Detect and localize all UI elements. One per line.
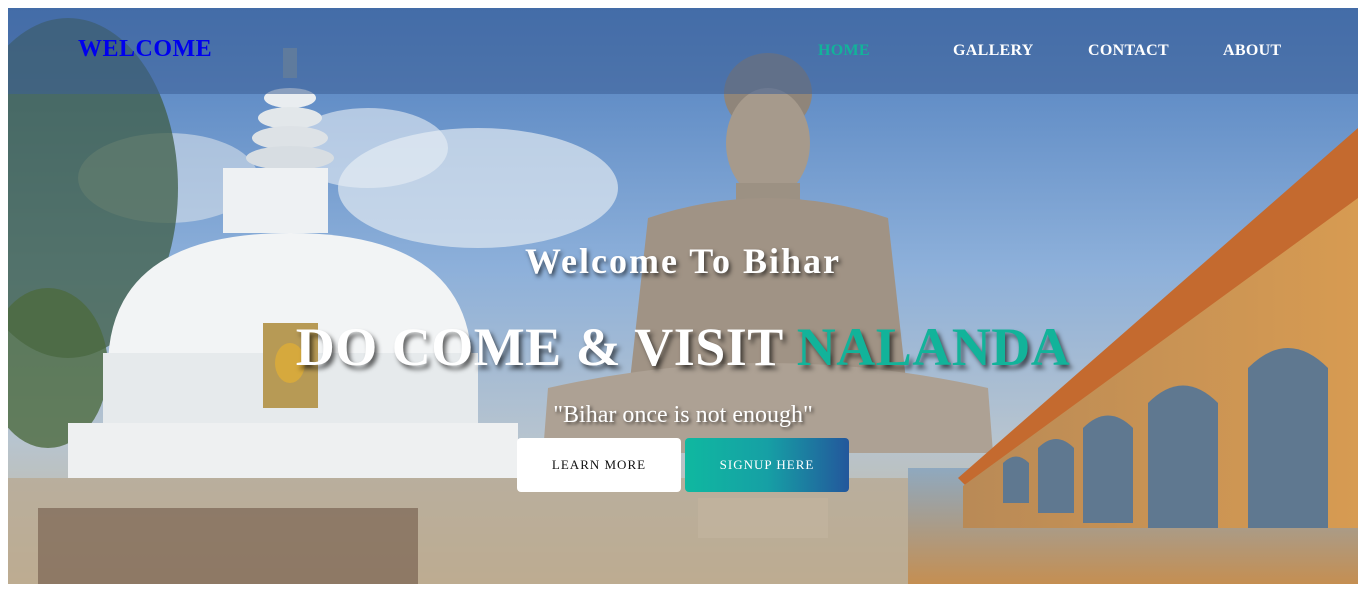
hero-title-accent: NALANDA <box>796 317 1071 377</box>
hero-background-image <box>8 8 1358 584</box>
nav-about[interactable]: ABOUT <box>1223 42 1281 60</box>
signup-button[interactable]: SIGNUP HERE <box>685 438 849 492</box>
hero-tagline: "Bihar once is not enough" <box>553 402 813 428</box>
hero-title: DO COME & VISIT NALANDA <box>8 316 1358 378</box>
hero-banner: WELCOME HOME GALLERY CONTACT ABOUT Welco… <box>8 8 1358 584</box>
learn-more-button[interactable]: LEARN MORE <box>517 438 681 492</box>
nav-contact[interactable]: CONTACT <box>1088 42 1169 60</box>
hero-title-main: DO COME & VISIT <box>295 317 797 377</box>
nav-home[interactable]: HOME <box>818 42 870 60</box>
hero-subtitle: Welcome To Bihar <box>524 241 841 281</box>
main-nav: HOME GALLERY CONTACT ABOUT <box>8 42 1358 62</box>
nav-gallery[interactable]: GALLERY <box>953 42 1034 60</box>
top-navbar: WELCOME HOME GALLERY CONTACT ABOUT <box>8 8 1358 94</box>
